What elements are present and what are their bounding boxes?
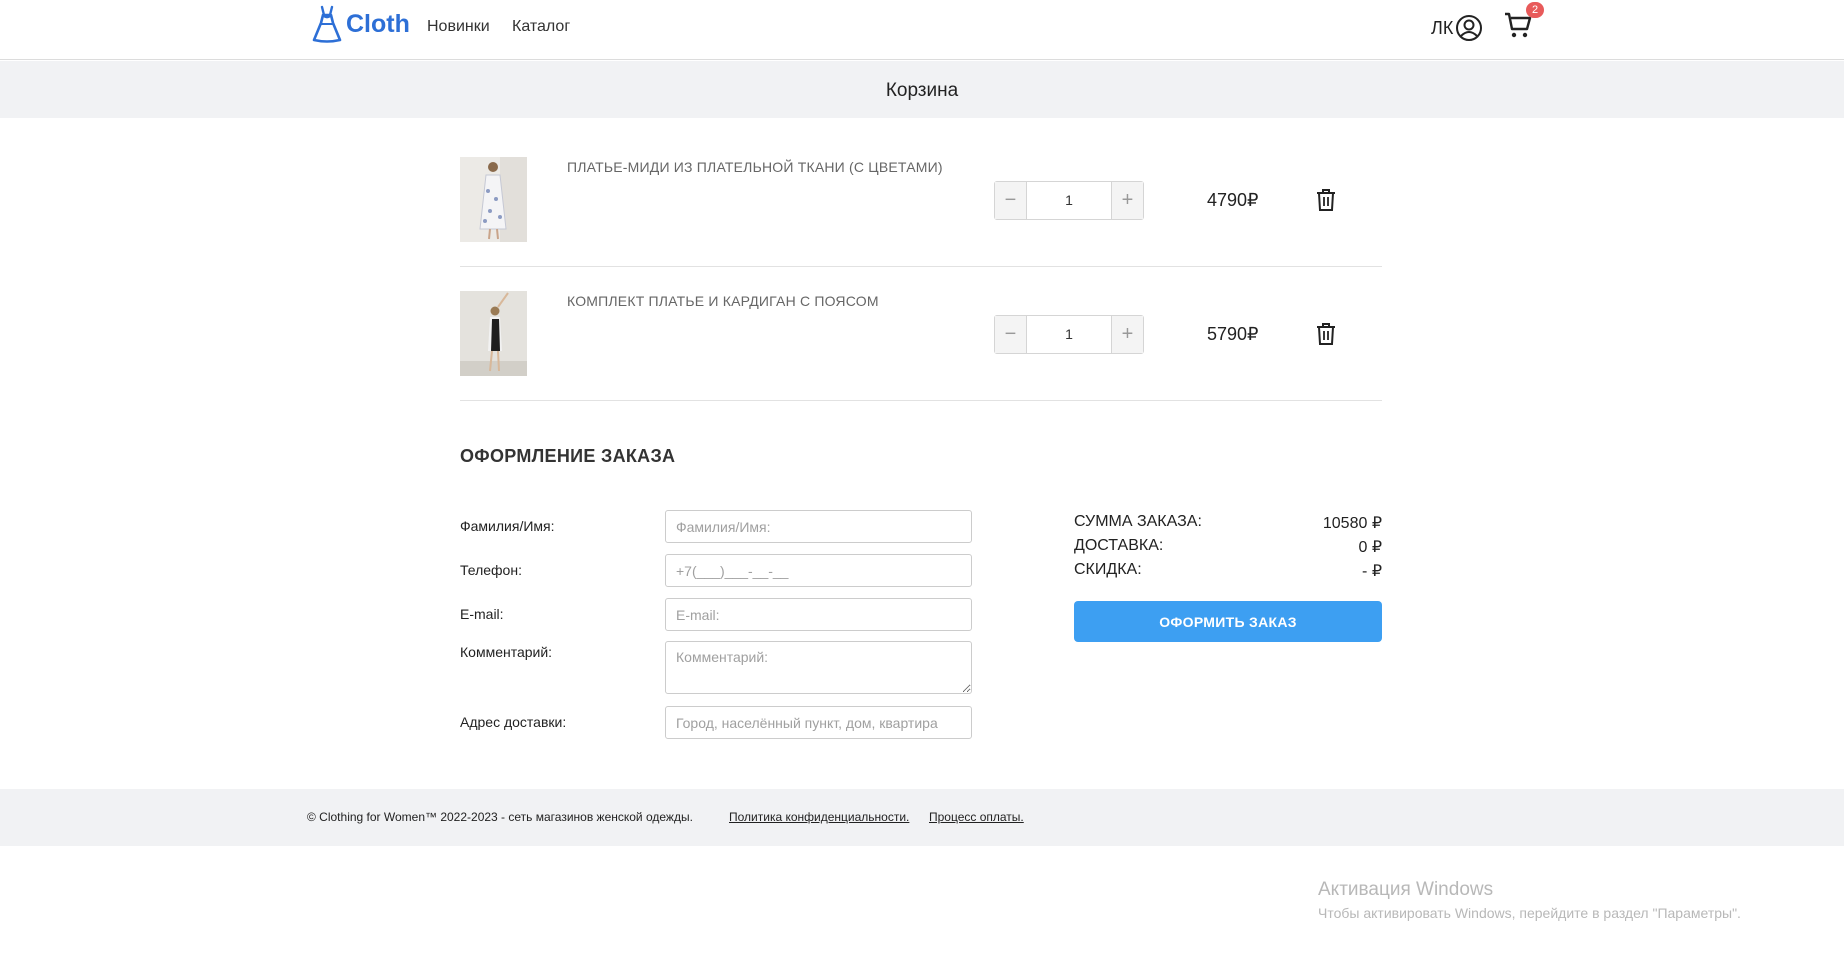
product-image[interactable] — [460, 157, 527, 242]
phone-field[interactable] — [665, 554, 972, 587]
trash-icon[interactable] — [1315, 188, 1337, 212]
order-total-value: 10580 ₽ — [1322, 515, 1382, 532]
logo[interactable]: Cloth — [312, 5, 410, 43]
product-name[interactable]: ПЛАТЬЕ-МИДИ ИЗ ПЛАТЕЛЬНОЙ ТКАНИ (С ЦВЕТА… — [567, 159, 943, 175]
comment-label: Комментарий: — [460, 644, 553, 660]
order-section-title: ОФОРМЛЕНИЕ ЗАКАЗА — [460, 446, 676, 466]
phone-label: Телефон: — [460, 562, 522, 578]
delivery-row: ДОСТАВКА: 0 ₽ — [1074, 537, 1382, 556]
cart-count-badge: 2 — [1526, 2, 1544, 18]
name-field[interactable] — [665, 510, 972, 543]
increase-quantity-button[interactable]: + — [1111, 316, 1143, 353]
payment-process-link[interactable]: Процесс оплаты. — [929, 810, 1024, 824]
account-label: ЛК — [1431, 17, 1454, 38]
place-order-button[interactable]: ОФОРМИТЬ ЗАКАЗ — [1074, 601, 1382, 642]
account-link[interactable]: ЛК — [1431, 14, 1483, 42]
address-field[interactable] — [665, 706, 972, 739]
order-total-row: СУММА ЗАКАЗА: 10580 ₽ — [1074, 513, 1382, 532]
delivery-value: 0 ₽ — [1358, 539, 1382, 556]
name-label: Фамилия/Имя: — [460, 518, 555, 534]
dress-icon — [312, 5, 342, 43]
discount-label: СКИДКА: — [1074, 561, 1142, 578]
quantity-stepper: − 1 + — [994, 315, 1144, 354]
order-total-label: СУММА ЗАКАЗА: — [1074, 513, 1202, 530]
decrease-quantity-button[interactable]: − — [995, 316, 1027, 353]
nav-new-arrivals[interactable]: Новинки — [427, 18, 490, 36]
footer-copyright: © Clothing for Women™ 2022-2023 - сеть м… — [307, 810, 693, 824]
windows-activation-title: Активация Windows — [1318, 879, 1494, 900]
trash-icon[interactable] — [1315, 322, 1337, 346]
nav-catalog[interactable]: Каталог — [512, 18, 570, 36]
product-name[interactable]: КОМПЛЕКТ ПЛАТЬЕ И КАРДИГАН С ПОЯСОМ — [567, 293, 879, 309]
quantity-value[interactable]: 1 — [1027, 316, 1111, 353]
email-label: E-mail: — [460, 606, 504, 622]
cart-item: КОМПЛЕКТ ПЛАТЬЕ И КАРДИГАН С ПОЯСОМ − 1 … — [460, 267, 1382, 401]
windows-activation-subtitle: Чтобы активировать Windows, перейдите в … — [1318, 905, 1741, 921]
email-field[interactable] — [665, 598, 972, 631]
page-title: Корзина — [885, 80, 959, 101]
discount-row: СКИДКА: - ₽ — [1074, 561, 1382, 580]
increase-quantity-button[interactable]: + — [1111, 182, 1143, 219]
quantity-stepper: − 1 + — [994, 181, 1144, 220]
discount-value: - ₽ — [1362, 563, 1382, 580]
user-circle-icon — [1456, 15, 1483, 41]
site-footer: © Clothing for Women™ 2022-2023 - сеть м… — [0, 789, 1844, 846]
page-title-band: Корзина — [0, 61, 1844, 118]
privacy-policy-link[interactable]: Политика конфиденциальности. — [729, 810, 909, 824]
cart-item: ПЛАТЬЕ-МИДИ ИЗ ПЛАТЕЛЬНОЙ ТКАНИ (С ЦВЕТА… — [460, 133, 1382, 267]
site-header: Cloth Новинки Каталог ЛК 2 — [0, 0, 1844, 60]
address-label: Адрес доставки: — [460, 714, 567, 730]
item-price: 4790₽ — [1207, 190, 1259, 210]
quantity-value[interactable]: 1 — [1027, 182, 1111, 219]
comment-field[interactable] — [665, 641, 972, 694]
logo-text: Cloth — [346, 9, 410, 38]
delivery-label: ДОСТАВКА: — [1074, 537, 1164, 554]
item-price: 5790₽ — [1207, 324, 1259, 344]
decrease-quantity-button[interactable]: − — [995, 182, 1027, 219]
product-image[interactable] — [460, 291, 527, 376]
